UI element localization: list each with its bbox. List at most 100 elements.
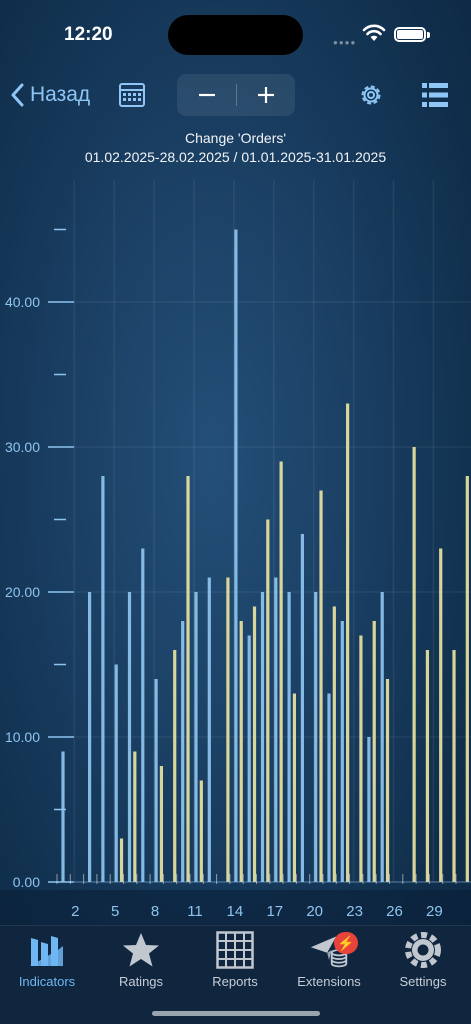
status-bar: 12:20 ●●●● xyxy=(0,0,471,56)
x-tick-label: 26 xyxy=(386,903,403,920)
bar-current-period xyxy=(300,534,304,882)
x-tick-label: 29 xyxy=(426,903,443,920)
bar-current-period xyxy=(101,476,105,882)
y-tick-label: 10.00 xyxy=(5,729,40,745)
bar-current-period xyxy=(380,592,384,882)
cellular-signal-icon: ●●●● xyxy=(333,38,357,47)
bar-current-period xyxy=(340,621,344,882)
x-tick-label: 17 xyxy=(266,903,283,920)
bar-previous-period xyxy=(239,621,243,882)
tab-label: Ratings xyxy=(118,974,164,989)
bar-previous-period xyxy=(412,447,416,882)
zoom-out-button[interactable] xyxy=(177,74,236,116)
bar-current-period xyxy=(274,577,278,882)
bar-previous-period xyxy=(159,766,164,882)
settings-gear-icon[interactable] xyxy=(357,81,385,109)
bar-previous-period xyxy=(439,548,443,882)
chart-title-line2: 01.02.2025-28.02.2025 / 01.01.2025-31.01… xyxy=(84,149,387,165)
tab-extensions[interactable]: ⚡ Extensions xyxy=(282,930,376,994)
bar-current-period xyxy=(114,664,118,882)
bar-current-period xyxy=(327,693,331,882)
bar-current-period xyxy=(247,635,251,882)
bar-previous-period xyxy=(173,650,177,882)
bar-previous-period xyxy=(425,650,430,882)
wifi-icon xyxy=(362,24,386,41)
y-tick-label: 0.00 xyxy=(13,874,40,890)
y-tick-label: 30.00 xyxy=(5,439,40,455)
bar-previous-period xyxy=(186,476,190,882)
x-tick-label: 8 xyxy=(151,903,159,920)
bar-previous-period xyxy=(319,490,323,882)
bar-previous-period xyxy=(252,606,257,882)
bar-current-period xyxy=(141,548,145,882)
tab-label: Indicators xyxy=(18,974,76,989)
x-tick-label: 11 xyxy=(187,903,203,920)
bar-previous-period xyxy=(346,403,350,882)
bar-current-period xyxy=(260,592,265,882)
bar-previous-period xyxy=(292,693,297,882)
tab-label: Settings xyxy=(399,974,447,989)
chevron-left-icon xyxy=(11,83,24,107)
star-icon xyxy=(121,930,161,970)
tab-label: Reports xyxy=(212,974,258,989)
bar-current-period xyxy=(314,592,318,882)
x-tick-label: 5 xyxy=(111,903,119,920)
bar-current-period xyxy=(181,621,185,882)
tab-reports[interactable]: Reports xyxy=(188,930,282,994)
gear-icon xyxy=(403,930,443,970)
calendar-icon[interactable] xyxy=(118,81,146,109)
bar-current-period xyxy=(127,592,132,882)
y-tick-label: 40.00 xyxy=(5,294,40,310)
x-tick-label: 20 xyxy=(306,903,323,920)
bar-previous-period xyxy=(332,606,336,882)
y-tick-label: 20.00 xyxy=(5,584,40,600)
chart-title-line1: Change 'Orders' xyxy=(184,130,287,146)
grid-icon xyxy=(215,930,255,970)
tab-bar: Indicators Ratings Reports ⚡ Extensions … xyxy=(0,925,471,1024)
battery-cap xyxy=(427,32,430,38)
plus-icon xyxy=(257,87,274,103)
home-indicator xyxy=(152,1011,320,1016)
bar-previous-period xyxy=(385,679,390,882)
bar-previous-period xyxy=(119,838,124,882)
bar-previous-period xyxy=(279,461,283,882)
chart-title: Change 'Orders' 01.02.2025-28.02.2025 / … xyxy=(0,129,471,167)
extensions-badge: ⚡ xyxy=(334,932,358,954)
back-label: Назад xyxy=(30,83,91,106)
bar-previous-period xyxy=(359,635,363,882)
bar-previous-period xyxy=(199,780,203,882)
battery-icon xyxy=(394,27,426,42)
bar-current-period xyxy=(154,679,158,882)
tab-indicators[interactable]: Indicators xyxy=(0,930,94,994)
bar-current-period xyxy=(194,592,198,882)
bar-chart[interactable]: 0.00 10.00 20.00 30.00 40.00 2 5 8 11 14 17 20 23 26 2… xyxy=(0,170,471,925)
bar-current-period xyxy=(367,737,371,882)
bar-current-period xyxy=(207,577,211,882)
bar-previous-period xyxy=(226,577,230,882)
bar-previous-period xyxy=(266,519,270,882)
tab-ratings[interactable]: Ratings xyxy=(94,930,188,994)
status-time: 12:20 xyxy=(64,24,113,45)
bar-previous-period xyxy=(465,476,469,882)
bar-previous-period xyxy=(133,751,137,882)
x-tick-label: 14 xyxy=(227,903,244,920)
x-tick-label: 23 xyxy=(346,903,363,920)
back-button[interactable]: Назад xyxy=(10,80,90,110)
zoom-divider xyxy=(236,84,237,106)
bar-current-period xyxy=(234,229,238,882)
minus-icon xyxy=(198,93,215,97)
tab-settings[interactable]: Settings xyxy=(376,930,470,994)
bar-current-period xyxy=(287,592,291,882)
list-icon[interactable] xyxy=(421,82,449,108)
dynamic-island xyxy=(168,15,303,55)
zoom-control xyxy=(177,74,295,116)
bar-current-period xyxy=(88,592,92,882)
bar-previous-period xyxy=(372,621,376,882)
bar-current-period xyxy=(61,751,65,882)
tab-label: Extensions xyxy=(297,974,361,989)
toolbar: Назад xyxy=(0,70,471,120)
zoom-in-button[interactable] xyxy=(236,74,295,116)
indicators-icon xyxy=(27,930,67,970)
bar-previous-period xyxy=(452,650,456,882)
x-tick-label: 2 xyxy=(71,903,79,920)
